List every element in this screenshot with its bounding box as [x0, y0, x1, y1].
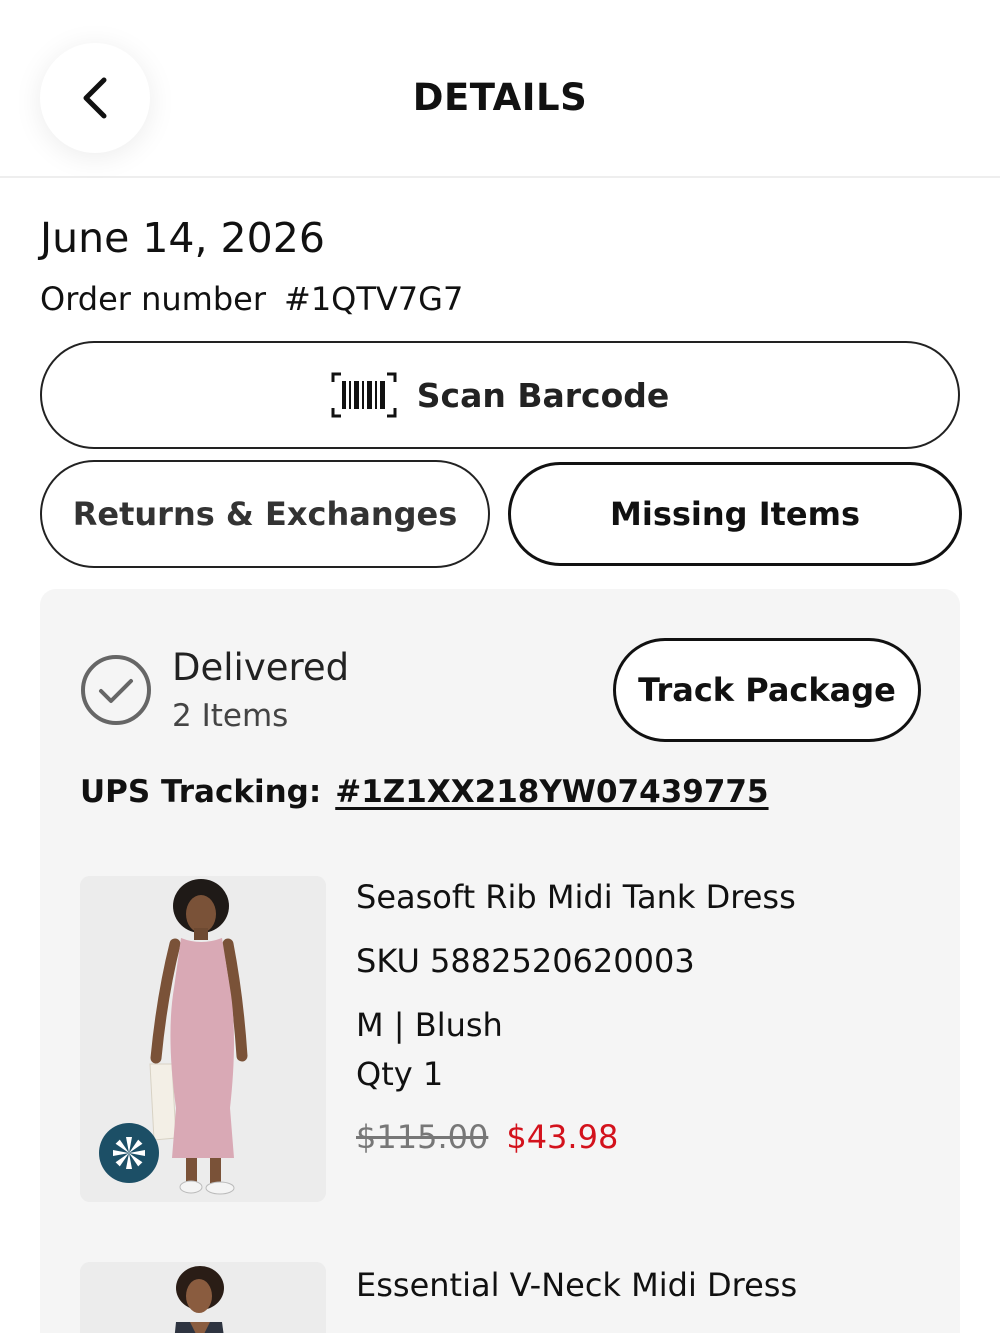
order-number-label: Order number [40, 280, 266, 318]
delivery-status: Delivered [172, 646, 350, 689]
product-sku: SKU 5882520620003 [356, 942, 695, 980]
product-price: $115.00 $43.98 [356, 1118, 618, 1156]
top-bar: DETAILS [0, 0, 1000, 178]
page-title: DETAILS [412, 76, 588, 119]
item-count: 2 Items [172, 698, 289, 734]
check-circle-icon [81, 655, 151, 725]
barcode-icon [331, 372, 397, 418]
scan-barcode-label: Scan Barcode [416, 375, 670, 415]
tracking-number-link[interactable]: #1Z1XX218YW07439775 [335, 774, 768, 810]
sale-price: $43.98 [506, 1118, 619, 1156]
original-price: $115.00 [356, 1118, 489, 1156]
pinwheel-icon [113, 1137, 145, 1169]
order-number: #1QTV7G7 [284, 280, 464, 318]
track-package-button[interactable]: Track Package [613, 638, 921, 742]
returns-exchanges-button[interactable]: Returns & Exchanges [40, 460, 490, 568]
order-number-row: Order number #1QTV7G7 [40, 280, 463, 318]
missing-items-button[interactable]: Missing Items [508, 462, 962, 566]
product-image[interactable] [80, 1262, 326, 1333]
product-quantity: Qty 1 [356, 1055, 444, 1093]
tracking-label: UPS Tracking: [80, 774, 322, 810]
scan-barcode-button[interactable]: Scan Barcode [40, 341, 960, 449]
product-variant: M | Blush [356, 1006, 503, 1044]
order-date: June 14, 2026 [40, 214, 325, 262]
product-name[interactable]: Essential V-Neck Midi Dress [356, 1266, 797, 1304]
tracking-row: UPS Tracking: #1Z1XX218YW07439775 [80, 774, 769, 810]
product-name[interactable]: Seasoft Rib Midi Tank Dress [356, 878, 796, 916]
dress-photo [80, 1262, 326, 1333]
pinwheel-badge-icon [99, 1123, 159, 1183]
